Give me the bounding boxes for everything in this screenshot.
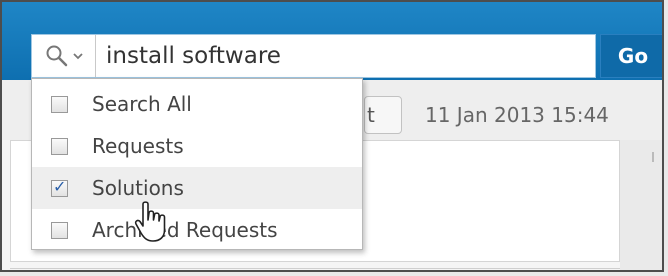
app-window: Go t 11 Jan 2013 15:44 Search All Reques… xyxy=(0,0,664,272)
search-bar xyxy=(31,34,596,78)
dropdown-item-label: Search All xyxy=(92,92,192,116)
dropdown-item-solutions[interactable]: ✓ Solutions xyxy=(32,167,362,209)
chevron-down-icon xyxy=(72,53,83,60)
search-header: Go xyxy=(2,2,662,80)
hand-pointer-icon xyxy=(134,201,166,242)
dropdown-item-requests[interactable]: Requests xyxy=(32,125,362,167)
right-panel-edge xyxy=(620,140,662,270)
go-button[interactable]: Go xyxy=(600,34,662,78)
dropdown-item-label: Solutions xyxy=(92,176,184,200)
solutions-checkbox[interactable]: ✓ xyxy=(51,176,68,197)
timestamp: 11 Jan 2013 15:44 xyxy=(425,103,609,127)
nav-button[interactable]: t xyxy=(364,96,402,134)
requests-checkbox[interactable] xyxy=(51,137,68,155)
dropdown-item-archived-requests[interactable]: Archived Requests xyxy=(32,209,362,251)
panel-divider xyxy=(10,268,620,269)
panel-mark xyxy=(652,152,654,162)
search-scope-toggle[interactable] xyxy=(32,35,96,77)
archived-requests-checkbox[interactable] xyxy=(51,221,68,239)
checkmark-icon: ✓ xyxy=(53,176,67,196)
search-icon xyxy=(46,45,67,67)
search-scope-dropdown: Search All Requests ✓ Solutions Archived… xyxy=(31,78,363,250)
dropdown-item-search-all[interactable]: Search All xyxy=(32,83,362,125)
dropdown-item-label: Requests xyxy=(92,134,184,158)
search-all-checkbox[interactable] xyxy=(51,95,68,113)
dropdown-item-label: Archived Requests xyxy=(92,218,278,242)
search-input[interactable] xyxy=(106,35,576,77)
